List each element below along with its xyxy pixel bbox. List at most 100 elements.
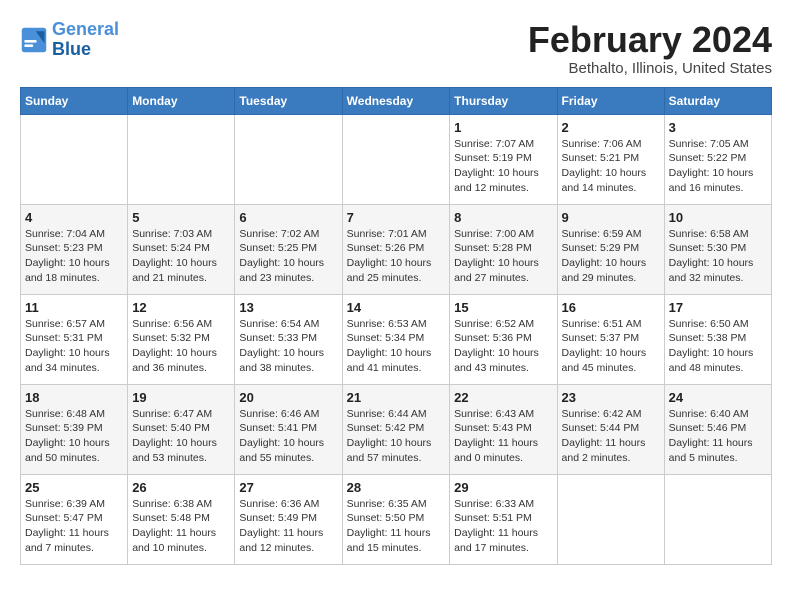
calendar-cell (235, 114, 342, 204)
calendar-week-3: 11Sunrise: 6:57 AM Sunset: 5:31 PM Dayli… (21, 294, 772, 384)
day-info: Sunrise: 7:07 AM Sunset: 5:19 PM Dayligh… (454, 137, 552, 196)
day-number: 17 (669, 300, 767, 315)
page-subtitle: Bethalto, Illinois, United States (528, 60, 772, 77)
day-info: Sunrise: 6:54 AM Sunset: 5:33 PM Dayligh… (239, 317, 337, 376)
day-number: 15 (454, 300, 552, 315)
calendar-cell: 21Sunrise: 6:44 AM Sunset: 5:42 PM Dayli… (342, 384, 450, 474)
day-number: 24 (669, 390, 767, 405)
day-info: Sunrise: 6:57 AM Sunset: 5:31 PM Dayligh… (25, 317, 123, 376)
day-number: 27 (239, 480, 337, 495)
day-info: Sunrise: 6:56 AM Sunset: 5:32 PM Dayligh… (132, 317, 230, 376)
calendar-cell: 6 Sunrise: 7:02 AM Sunset: 5:25 PM Daylig… (235, 204, 342, 294)
day-number: 3 (669, 120, 767, 135)
day-number: 8 (454, 210, 552, 225)
calendar-cell: 10 Sunrise: 6:58 AM Sunset: 5:30 PM Dayli… (664, 204, 771, 294)
day-number: 14 (347, 300, 446, 315)
day-info: Sunrise: 6:48 AM Sunset: 5:39 PM Dayligh… (25, 407, 123, 466)
calendar-week-2: 4 Sunrise: 7:04 AM Sunset: 5:23 PM Daylig… (21, 204, 772, 294)
day-number: 13 (239, 300, 337, 315)
header-cell-thursday: Thursday (450, 87, 557, 114)
day-number: 1 (454, 120, 552, 135)
day-info: Sunrise: 6:58 AM Sunset: 5:30 PM Dayligh… (669, 227, 767, 286)
day-info: Sunrise: 6:40 AM Sunset: 5:46 PM Dayligh… (669, 407, 767, 466)
day-info: Sunrise: 7:00 AM Sunset: 5:28 PM Dayligh… (454, 227, 552, 286)
day-number: 4 (25, 210, 123, 225)
page-title: February 2024 (528, 20, 772, 60)
calendar-cell: 28 Sunrise: 6:35 AM Sunset: 5:50 PM Dayli… (342, 474, 450, 564)
calendar-cell: 13 Sunrise: 6:54 AM Sunset: 5:33 PM Dayli… (235, 294, 342, 384)
calendar-cell: 22 Sunrise: 6:43 AM Sunset: 5:43 PM Dayli… (450, 384, 557, 474)
day-info: Sunrise: 6:53 AM Sunset: 5:34 PM Dayligh… (347, 317, 446, 376)
calendar-cell: 24 Sunrise: 6:40 AM Sunset: 5:46 PM Dayli… (664, 384, 771, 474)
calendar-cell: 16 Sunrise: 6:51 AM Sunset: 5:37 PM Dayli… (557, 294, 664, 384)
calendar-cell (664, 474, 771, 564)
day-number: 28 (347, 480, 446, 495)
calendar-week-4: 18 Sunrise: 6:48 AM Sunset: 5:39 PM Dayli… (21, 384, 772, 474)
day-number: 16 (562, 300, 660, 315)
day-info: Sunrise: 6:36 AM Sunset: 5:49 PM Dayligh… (239, 497, 337, 556)
calendar-cell: 25 Sunrise: 6:39 AM Sunset: 5:47 PM Dayli… (21, 474, 128, 564)
calendar-cell: 9 Sunrise: 6:59 AM Sunset: 5:29 PM Daylig… (557, 204, 664, 294)
calendar-table: SundayMondayTuesdayWednesdayThursdayFrid… (20, 87, 772, 565)
day-info: Sunrise: 6:51 AM Sunset: 5:37 PM Dayligh… (562, 317, 660, 376)
calendar-cell: 23Sunrise: 6:42 AM Sunset: 5:44 PM Dayli… (557, 384, 664, 474)
calendar-cell: 8 Sunrise: 7:00 AM Sunset: 5:28 PM Daylig… (450, 204, 557, 294)
calendar-cell: 20Sunrise: 6:46 AM Sunset: 5:41 PM Dayli… (235, 384, 342, 474)
calendar-cell: 7Sunrise: 7:01 AM Sunset: 5:26 PM Daylig… (342, 204, 450, 294)
day-number: 12 (132, 300, 230, 315)
day-number: 18 (25, 390, 123, 405)
day-info: Sunrise: 7:06 AM Sunset: 5:21 PM Dayligh… (562, 137, 660, 196)
day-info: Sunrise: 6:42 AM Sunset: 5:44 PM Dayligh… (562, 407, 660, 466)
header-cell-sunday: Sunday (21, 87, 128, 114)
day-info: Sunrise: 6:43 AM Sunset: 5:43 PM Dayligh… (454, 407, 552, 466)
day-info: Sunrise: 6:33 AM Sunset: 5:51 PM Dayligh… (454, 497, 552, 556)
day-info: Sunrise: 6:35 AM Sunset: 5:50 PM Dayligh… (347, 497, 446, 556)
calendar-cell: 17 Sunrise: 6:50 AM Sunset: 5:38 PM Dayli… (664, 294, 771, 384)
header-cell-saturday: Saturday (664, 87, 771, 114)
day-info: Sunrise: 6:44 AM Sunset: 5:42 PM Dayligh… (347, 407, 446, 466)
header-cell-monday: Monday (128, 87, 235, 114)
calendar-cell: 27 Sunrise: 6:36 AM Sunset: 5:49 PM Dayli… (235, 474, 342, 564)
calendar-cell: 11Sunrise: 6:57 AM Sunset: 5:31 PM Dayli… (21, 294, 128, 384)
day-number: 26 (132, 480, 230, 495)
calendar-cell: 18 Sunrise: 6:48 AM Sunset: 5:39 PM Dayli… (21, 384, 128, 474)
calendar-cell: 4 Sunrise: 7:04 AM Sunset: 5:23 PM Daylig… (21, 204, 128, 294)
day-info: Sunrise: 7:04 AM Sunset: 5:23 PM Dayligh… (25, 227, 123, 286)
day-number: 19 (132, 390, 230, 405)
day-info: Sunrise: 6:50 AM Sunset: 5:38 PM Dayligh… (669, 317, 767, 376)
title-area: February 2024 Bethalto, Illinois, United… (528, 20, 772, 77)
header-cell-friday: Friday (557, 87, 664, 114)
calendar-cell (128, 114, 235, 204)
calendar-cell: 14 Sunrise: 6:53 AM Sunset: 5:34 PM Dayli… (342, 294, 450, 384)
day-info: Sunrise: 7:05 AM Sunset: 5:22 PM Dayligh… (669, 137, 767, 196)
header-cell-tuesday: Tuesday (235, 87, 342, 114)
header-cell-wednesday: Wednesday (342, 87, 450, 114)
calendar-cell: 15 Sunrise: 6:52 AM Sunset: 5:36 PM Dayli… (450, 294, 557, 384)
logo-icon (20, 26, 48, 54)
calendar-cell (21, 114, 128, 204)
logo-text: GeneralBlue (52, 20, 119, 60)
page-header: GeneralBlue February 2024 Bethalto, Illi… (20, 20, 772, 77)
day-info: Sunrise: 6:47 AM Sunset: 5:40 PM Dayligh… (132, 407, 230, 466)
calendar-cell (342, 114, 450, 204)
day-info: Sunrise: 7:03 AM Sunset: 5:24 PM Dayligh… (132, 227, 230, 286)
day-number: 25 (25, 480, 123, 495)
day-number: 9 (562, 210, 660, 225)
calendar-cell: 5 Sunrise: 7:03 AM Sunset: 5:24 PM Daylig… (128, 204, 235, 294)
calendar-cell: 1 Sunrise: 7:07 AM Sunset: 5:19 PM Daylig… (450, 114, 557, 204)
day-info: Sunrise: 6:59 AM Sunset: 5:29 PM Dayligh… (562, 227, 660, 286)
day-number: 22 (454, 390, 552, 405)
header-row: SundayMondayTuesdayWednesdayThursdayFrid… (21, 87, 772, 114)
day-number: 6 (239, 210, 337, 225)
calendar-cell (557, 474, 664, 564)
calendar-cell: 2Sunrise: 7:06 AM Sunset: 5:21 PM Daylig… (557, 114, 664, 204)
calendar-week-5: 25 Sunrise: 6:39 AM Sunset: 5:47 PM Dayli… (21, 474, 772, 564)
day-number: 10 (669, 210, 767, 225)
day-info: Sunrise: 7:02 AM Sunset: 5:25 PM Dayligh… (239, 227, 337, 286)
calendar-cell: 19 Sunrise: 6:47 AM Sunset: 5:40 PM Dayli… (128, 384, 235, 474)
day-info: Sunrise: 6:52 AM Sunset: 5:36 PM Dayligh… (454, 317, 552, 376)
logo: GeneralBlue (20, 20, 119, 60)
day-number: 5 (132, 210, 230, 225)
day-info: Sunrise: 6:39 AM Sunset: 5:47 PM Dayligh… (25, 497, 123, 556)
day-number: 7 (347, 210, 446, 225)
